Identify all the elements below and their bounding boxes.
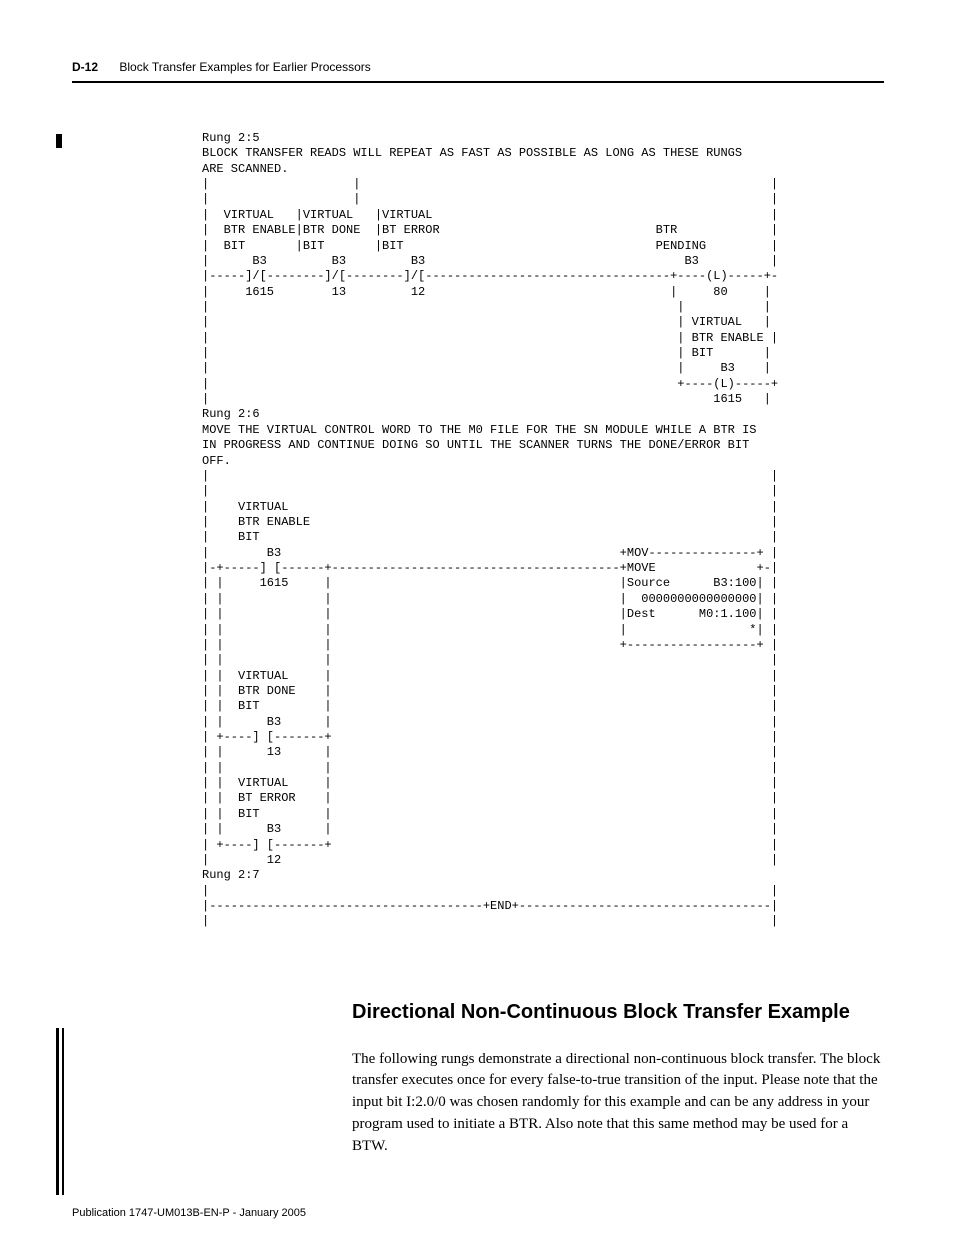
document-page: D-12 Block Transfer Examples for Earlier…	[0, 0, 954, 1251]
ladder-listing-wrap: Rung 2:5 BLOCK TRANSFER READS WILL REPEA…	[202, 131, 884, 930]
change-bar-marker	[56, 134, 62, 148]
page-footer: Publication 1747-UM013B-EN-P - January 2…	[72, 1207, 884, 1221]
left-bar-inner	[62, 1028, 64, 1195]
header-rule	[72, 81, 884, 83]
left-bar	[56, 1028, 59, 1195]
chapter-title: Block Transfer Examples for Earlier Proc…	[119, 60, 370, 74]
ladder-listing: Rung 2:5 BLOCK TRANSFER READS WILL REPEA…	[202, 131, 884, 930]
page-number: D-12	[72, 60, 98, 74]
publication-line: Publication 1747-UM013B-EN-P - January 2…	[72, 1207, 306, 1219]
section-body: The following rungs demonstrate a direct…	[352, 1049, 884, 1158]
section-heading: Directional Non-Continuous Block Transfe…	[352, 1000, 884, 1025]
section-directional-example: Directional Non-Continuous Block Transfe…	[352, 1000, 884, 1158]
page-header: D-12 Block Transfer Examples for Earlier…	[72, 60, 884, 75]
